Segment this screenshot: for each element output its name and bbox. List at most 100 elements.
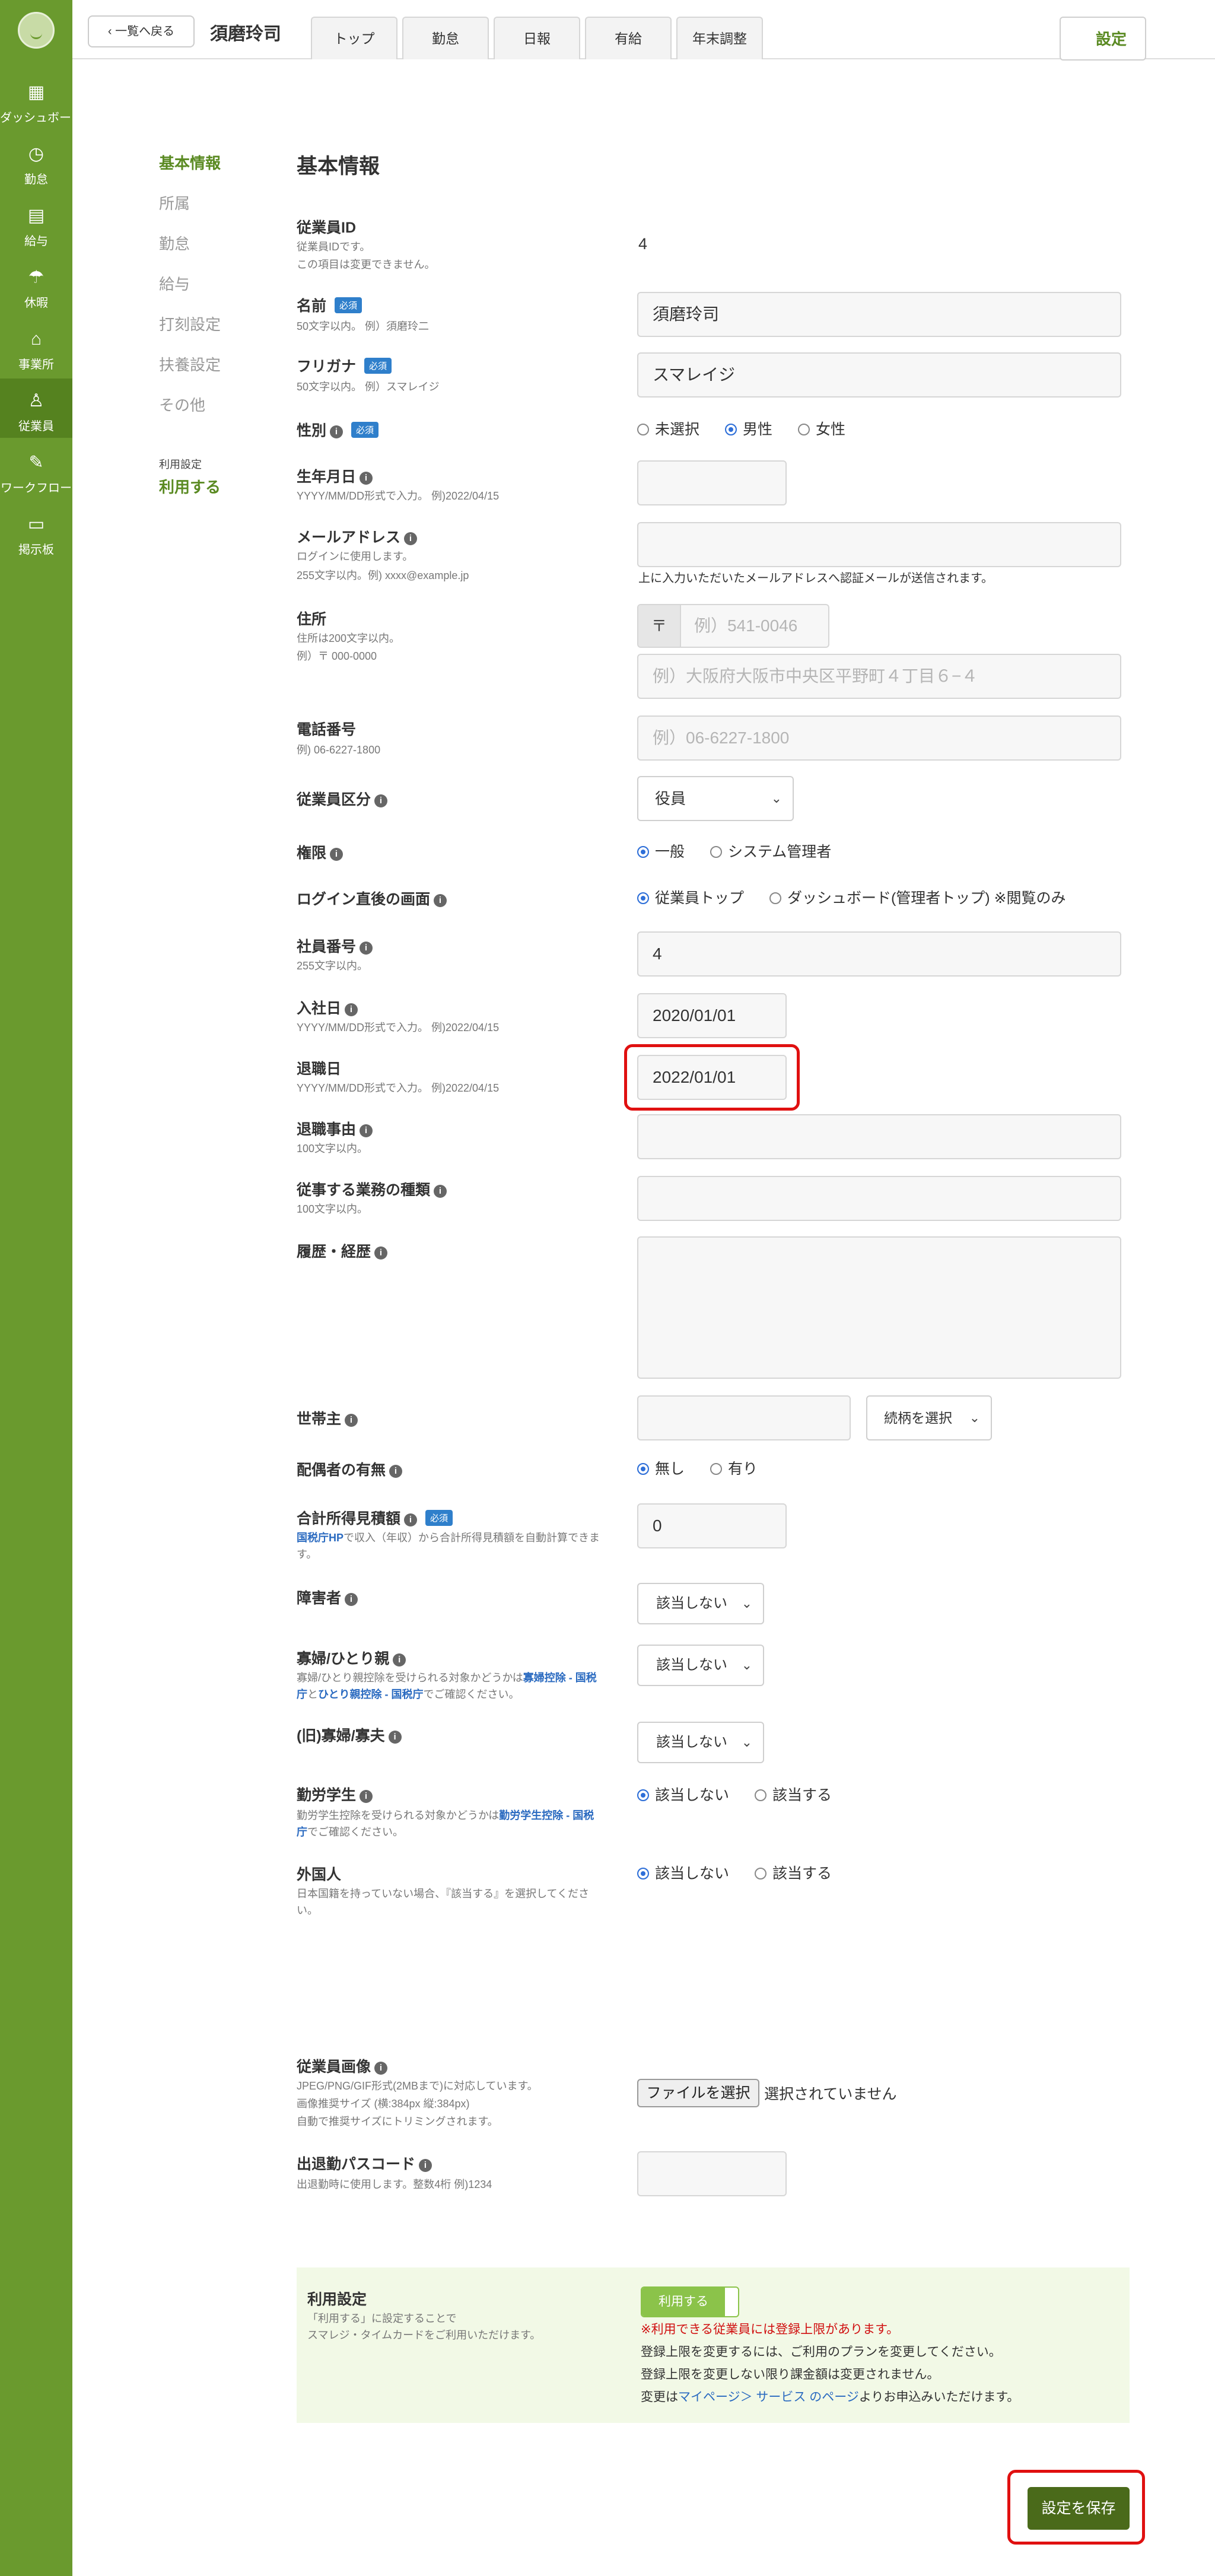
address-input[interactable]: 例）大阪府大阪市中央区平野町４丁目６−４ [637, 654, 1121, 699]
sidebar-item-workflow[interactable]: ✎ ワークフロー [0, 440, 72, 500]
foreigner-radio-group: 該当しない 該当する [637, 1862, 853, 1883]
foreigner-label: 外国人 [297, 1866, 342, 1883]
single-parent-deduction-link[interactable]: ひとり親控除 - 国税庁 [318, 1688, 423, 1700]
zip-input[interactable]: 〒 例）541-0046 [637, 604, 829, 648]
email-input[interactable] [637, 522, 1121, 567]
old-widow-select[interactable]: 該当しない ⌄ [637, 1722, 764, 1763]
info-icon: i [360, 1124, 373, 1137]
sidebar-item-attendance[interactable]: ◷ 勤怠 [0, 132, 72, 191]
mypage-link[interactable]: マイページ＞ サービス のページ [678, 2390, 859, 2404]
gender-radio-male[interactable]: 男性 [724, 418, 772, 439]
sidebar-item-employees[interactable]: ♙ 従業員 [0, 379, 72, 438]
widow-deduction-link-2[interactable]: 庁 [297, 1688, 307, 1700]
required-badge: 必須 [335, 297, 362, 313]
section-nav-stamp[interactable]: 打刻設定 [159, 313, 221, 335]
job-type-input[interactable] [637, 1176, 1121, 1221]
passcode-input[interactable] [637, 2151, 787, 2196]
name-label: 名前 必須 [297, 294, 362, 316]
tab-top[interactable]: トップ [311, 17, 397, 59]
relationship-select[interactable]: 続柄を選択 ⌄ [866, 1395, 992, 1440]
sidebar-item-dashboard[interactable]: ▦ ダッシュボード [0, 70, 83, 129]
info-icon: i [330, 425, 343, 438]
widow-label: 寡婦/ひとり親 i [297, 1647, 406, 1668]
info-icon: i [360, 942, 373, 955]
section-nav-other[interactable]: その他 [159, 393, 205, 415]
householder-input[interactable] [637, 1395, 851, 1440]
address-hint: 住所は200文字以内。 [297, 632, 400, 644]
avatar[interactable] [18, 12, 55, 49]
sidebar-item-payroll[interactable]: ▤ 給与 [0, 193, 72, 253]
section-nav-affiliation[interactable]: 所属 [159, 192, 190, 214]
spouse-radio-none[interactable]: 無し [637, 1457, 685, 1478]
student-deduction-link-2[interactable]: 庁 [297, 1826, 307, 1838]
info-icon: i [330, 848, 343, 861]
employee-number-input[interactable]: 4 [637, 931, 1121, 977]
phone-input[interactable]: 例）06-6227-1800 [637, 715, 1121, 761]
sidebar: ▦ ダッシュボード ◷ 勤怠 ▤ 給与 ☂ 休暇 ⌂ 事業所 ♙ 従業員 ✎ ワークフロー ▭… [0, 0, 83, 2576]
usage-title: 利用設定 [307, 2291, 367, 2308]
choose-file-button[interactable]: ファイルを選択 [637, 2079, 759, 2107]
nta-link[interactable]: 国税庁HP [297, 1532, 343, 1544]
section-nav-payroll[interactable]: 給与 [159, 272, 190, 294]
section-nav-basic[interactable]: 基本情報 [159, 151, 221, 173]
birthday-input[interactable] [637, 460, 787, 505]
permission-radio-general[interactable]: 一般 [637, 840, 685, 861]
phone-label: 電話番号 [297, 721, 357, 738]
income-label: 合計所得見積額 i 必須 [297, 1507, 453, 1528]
name-input[interactable]: 須磨玲司 [637, 292, 1121, 337]
student-radio-no[interactable]: 該当しない [637, 1783, 729, 1805]
foreigner-radio-no[interactable]: 該当しない [637, 1862, 729, 1883]
disability-select[interactable]: 該当しない ⌄ [637, 1583, 764, 1624]
permission-radio-group: 一般 システム管理者 [637, 840, 853, 861]
info-icon: i [374, 2062, 388, 2075]
hire-date-input[interactable]: 2020/01/01 [637, 993, 787, 1038]
section-nav-attendance[interactable]: 勤怠 [159, 232, 190, 254]
tab-daily-report[interactable]: 日報 [494, 17, 580, 59]
student-deduction-link[interactable]: 勤労学生控除 - 国税 [499, 1809, 594, 1821]
workflow-icon: ✎ [28, 453, 44, 472]
widow-hint: 寡婦/ひとり親控除を受けられる対象かどうかは寡婦控除 - 国税 [297, 1672, 597, 1684]
info-icon: i [419, 2159, 432, 2172]
employee-id-value: 4 [638, 235, 648, 253]
retire-reason-input[interactable] [637, 1114, 1121, 1159]
info-icon: i [374, 794, 388, 807]
gender-radio-female[interactable]: 女性 [797, 418, 845, 439]
spouse-radio-yes[interactable]: 有り [710, 1457, 758, 1478]
householder-label: 世帯主 i [297, 1407, 358, 1429]
sidebar-item-leave[interactable]: ☂ 休暇 [0, 255, 72, 314]
usage-line-1: 登録上限を変更するには、ご利用のプランを変更してください。 [641, 2345, 1001, 2359]
employee-type-select[interactable]: 役員 ⌄ [637, 776, 794, 821]
foreigner-hint: 日本国籍を持っていない場合、『該当する』を選択してくださ [297, 1888, 590, 1900]
tab-attendance[interactable]: 勤怠 [402, 17, 489, 59]
section-nav-usage-label: 利用設定 [159, 459, 202, 470]
section-nav-usage-value[interactable]: 利用する [159, 475, 221, 497]
kana-input[interactable]: スマレイジ [637, 352, 1121, 397]
student-radio-yes[interactable]: 該当する [754, 1783, 832, 1805]
sidebar-item-office[interactable]: ⌂ 事業所 [0, 317, 72, 376]
widow-select[interactable]: 該当しない ⌄ [637, 1645, 764, 1686]
disability-label: 障害者 i [297, 1586, 358, 1608]
login-screen-radio-dashboard[interactable]: ダッシュボード(管理者トップ) ※閲覧のみ [769, 886, 1066, 908]
history-textarea[interactable] [637, 1236, 1121, 1379]
tab-settings[interactable]: 設定 [1060, 17, 1146, 61]
clock-icon: ◷ [28, 144, 44, 164]
retire-date-label: 退職日 [297, 1061, 342, 1077]
tab-year-end[interactable]: 年末調整 [676, 17, 763, 59]
income-input[interactable]: 0 [637, 1503, 787, 1548]
permission-radio-admin[interactable]: システム管理者 [710, 840, 831, 861]
login-screen-radio-group: 従業員トップ ダッシュボード(管理者トップ) ※閲覧のみ [637, 886, 1087, 908]
gender-radio-unselected[interactable]: 未選択 [637, 418, 699, 439]
login-screen-radio-employee-top[interactable]: 従業員トップ [637, 886, 744, 908]
info-icon: i [404, 1513, 418, 1526]
spouse-label: 配偶者の有無 i [297, 1458, 403, 1480]
widow-hint-2: 庁とひとり親控除 - 国税庁でご確認ください。 [297, 1688, 520, 1700]
widow-deduction-link[interactable]: 寡婦控除 - 国税 [523, 1672, 597, 1684]
foreigner-radio-yes[interactable]: 該当する [754, 1862, 832, 1883]
usage-toggle[interactable]: 利用する [641, 2286, 739, 2317]
usage-line-3: 変更はマイページ＞ サービス のページよりお申込みいただけます。 [641, 2390, 1020, 2404]
address-hint-2: 例）〒 000-0000 [297, 650, 377, 662]
tab-paid-leave[interactable]: 有給 [585, 17, 672, 59]
sidebar-item-board[interactable]: ▭ 掲示板 [0, 502, 72, 561]
back-to-list-button[interactable]: ‹ 一覧へ戻る [88, 15, 195, 47]
section-nav-dependents[interactable]: 扶養設定 [159, 353, 221, 375]
